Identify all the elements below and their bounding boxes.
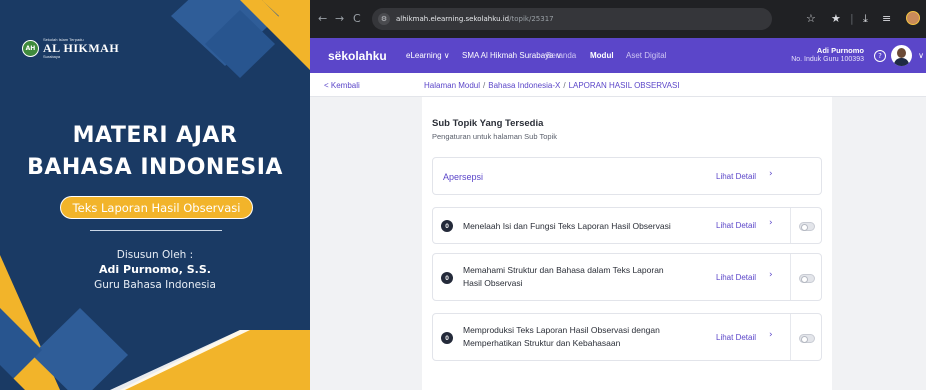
logo-mark-icon: AH — [22, 39, 39, 57]
subtopic-card[interactable]: 0 Memproduksi Teks Laporan Hasil Observa… — [432, 313, 822, 361]
chevron-right-icon[interactable]: › — [769, 218, 773, 228]
url-path: /topik/25317 — [509, 15, 554, 23]
visibility-toggle[interactable] — [799, 222, 815, 231]
cover-title-line2: BAHASA INDONESIA — [27, 155, 283, 180]
chevron-down-icon[interactable]: ∨ — [918, 51, 924, 60]
subtopic-card[interactable]: 0 Memahami Struktur dan Bahasa dalam Tek… — [432, 253, 822, 301]
menu-beranda[interactable]: Beranda — [546, 51, 576, 60]
logo-subtext: Surabaya — [43, 54, 61, 59]
subtopic-panel: Sub Topik Yang Tersedia Pengaturan untuk… — [422, 97, 832, 390]
chevron-right-icon[interactable]: › — [769, 270, 773, 280]
address-bar[interactable]: ⚙ alhikmah.elearning.sekolahku.id/topik/… — [372, 8, 772, 30]
subtopic-card[interactable]: 0 Menelaah Isi dan Fungsi Teks Laporan H… — [432, 207, 822, 244]
section-subtitle: Pengaturan untuk halaman Sub Topik — [432, 132, 557, 141]
help-icon[interactable]: ? — [874, 50, 886, 62]
cover-divider — [90, 230, 222, 231]
breadcrumb: Halaman Modul / Bahasa Indonesia-X / LAPORAN… — [424, 81, 680, 90]
back-link[interactable]: < Kembali — [324, 81, 360, 90]
subtopic-title: Memproduksi Teks Laporan Hasil Observasi… — [463, 325, 660, 348]
school-logo: AH Sekolah Islam Terpadu AL HIKMAH Surab… — [22, 37, 119, 59]
extension-star-icon[interactable]: ★ — [831, 10, 841, 28]
menu-elearning[interactable]: eLearning ∨ — [406, 51, 450, 60]
user-avatar[interactable] — [891, 45, 912, 66]
detail-link[interactable]: Lihat Detail — [716, 172, 756, 181]
subtopic-title: Memahami Struktur dan Bahasa dalam Teks … — [463, 265, 664, 288]
sub-navigation: < Kembali Halaman Modul / Bahasa Indonesia… — [310, 73, 926, 97]
detail-link[interactable]: Lihat Detail — [716, 273, 756, 282]
detail-link[interactable]: Lihat Detail — [716, 333, 756, 342]
forward-arrow-icon[interactable]: → — [335, 10, 344, 28]
cover-title-line1: MATERI AJAR — [72, 123, 238, 148]
section-title: Sub Topik Yang Tersedia — [432, 118, 544, 129]
app-brand[interactable]: sëkolahku — [328, 49, 387, 63]
visibility-toggle[interactable] — [799, 334, 815, 343]
cover-role: Guru Bahasa Indonesia — [94, 279, 216, 291]
browser-window: ← → C ⚙ alhikmah.elearning.sekolahku.id/… — [310, 0, 926, 390]
app-navbar: sëkolahku eLearning ∨ SMA Al Hikmah Sura… — [310, 38, 926, 73]
tab-search-icon[interactable]: ≡ — [882, 10, 891, 28]
bookmark-star-icon[interactable]: ☆ — [806, 10, 816, 28]
breadcrumb-item[interactable]: Halaman Modul — [424, 81, 480, 90]
browser-toolbar: ← → C ⚙ alhikmah.elearning.sekolahku.id/… — [310, 0, 926, 38]
download-icon[interactable]: ⤓ — [863, 10, 868, 28]
visibility-toggle[interactable] — [799, 274, 815, 283]
menu-modul[interactable]: Modul — [590, 51, 614, 60]
url-text[interactable]: alhikmah.elearning.sekolahku.id/topik/25… — [396, 15, 554, 23]
apersepsi-title[interactable]: Apersepsi — [443, 172, 483, 182]
logo-name: AL HIKMAH — [43, 41, 120, 55]
detail-link[interactable]: Lihat Detail — [716, 221, 756, 230]
card-divider — [790, 314, 791, 360]
breadcrumb-separator: / — [563, 81, 566, 90]
card-divider — [790, 254, 791, 300]
chevron-right-icon[interactable]: › — [769, 169, 773, 179]
apersepsi-card[interactable]: Apersepsi Lihat Detail › — [432, 157, 822, 195]
subtopic-number: 0 — [441, 332, 453, 344]
user-id: No. Induk Guru 100393 — [791, 56, 864, 63]
menu-aset-digital[interactable]: Aset Digital — [626, 51, 666, 60]
back-arrow-icon[interactable]: ← — [318, 10, 327, 28]
breadcrumb-separator: / — [483, 81, 486, 90]
breadcrumb-item[interactable]: Bahasa Indonesia-X — [488, 81, 560, 90]
subtopic-title: Menelaah Isi dan Fungsi Teks Laporan Has… — [463, 221, 671, 231]
url-host: alhikmah.elearning.sekolahku.id — [396, 15, 510, 23]
breadcrumb-current[interactable]: LAPORAN HASIL OBSERVASI — [569, 81, 680, 90]
site-info-icon[interactable]: ⚙ — [378, 13, 390, 25]
cover-by-label: Disusun Oleh : — [116, 249, 194, 261]
toolbar-separator: | — [850, 12, 854, 25]
cover-slide: AH Sekolah Islam Terpadu AL HIKMAH Surab… — [0, 0, 310, 390]
subtopic-number: 0 — [441, 272, 453, 284]
cover-author: Adi Purnomo, S.S. — [99, 263, 211, 276]
reload-icon[interactable]: C — [353, 10, 361, 28]
user-name: Adi Purnomo — [816, 46, 864, 55]
card-divider — [790, 208, 791, 243]
subtopic-number: 0 — [441, 220, 453, 232]
browser-profile-avatar[interactable] — [906, 11, 920, 25]
chevron-right-icon[interactable]: › — [769, 330, 773, 340]
cover-subtitle-pill: Teks Laporan Hasil Observasi — [60, 196, 253, 219]
